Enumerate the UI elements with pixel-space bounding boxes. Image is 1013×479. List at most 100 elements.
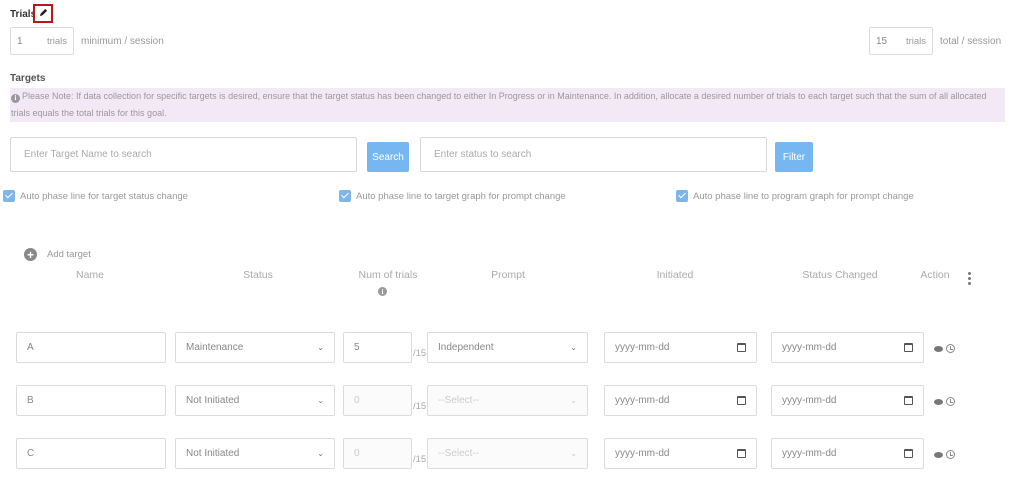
prompt-value: Independent <box>438 342 494 353</box>
total-trials-label: total / session <box>940 36 1002 47</box>
num-trials-value: 5 <box>354 342 360 353</box>
status-search-placeholder: Enter status to search <box>434 149 532 160</box>
status-select[interactable]: Not Initiated ⌄ <box>175 438 335 469</box>
add-target-label: Add target <box>47 249 91 260</box>
checkbox-program-graph-phase-line[interactable]: Auto phase line to program graph for pro… <box>676 190 914 202</box>
num-trials-input[interactable]: 0 <box>343 438 412 469</box>
calendar-icon[interactable] <box>737 396 746 405</box>
chevron-down-icon: ⌄ <box>317 343 324 352</box>
row-actions <box>934 450 955 459</box>
min-trials-label: minimum / session <box>81 36 164 47</box>
target-name-value: C <box>27 448 35 459</box>
status-value: Not Initiated <box>186 395 240 406</box>
checkbox-label: Auto phase line to target graph for prom… <box>356 190 566 202</box>
checkbox-target-graph-phase-line[interactable]: Auto phase line to target graph for prom… <box>339 190 566 202</box>
eye-icon[interactable] <box>934 345 943 352</box>
total-trials-value: 15 <box>876 35 888 47</box>
total-trials-input[interactable]: 15 trials <box>869 27 933 55</box>
targets-title: Targets <box>10 73 46 84</box>
prompt-select[interactable]: --Select-- ⌄ <box>427 385 588 416</box>
kebab-menu-icon[interactable] <box>968 272 971 285</box>
chevron-down-icon: ⌄ <box>570 343 577 352</box>
total-trials-unit: trials <box>905 35 926 47</box>
history-icon[interactable] <box>946 344 955 353</box>
header-status-changed: Status Changed <box>802 269 878 281</box>
edit-trials-button[interactable] <box>33 4 53 23</box>
num-trials-input[interactable]: 0 <box>343 385 412 416</box>
min-trials-value: 1 <box>17 35 23 47</box>
history-icon[interactable] <box>946 450 955 459</box>
status-changed-date-input[interactable]: yyyy-mm-dd <box>771 385 924 416</box>
prompt-select[interactable]: Independent ⌄ <box>427 332 588 363</box>
status-value: Not Initiated <box>186 448 240 459</box>
calendar-icon[interactable] <box>737 449 746 458</box>
chevron-down-icon: ⌄ <box>317 396 324 405</box>
min-trials-unit: trials <box>46 35 67 47</box>
num-trials-input[interactable]: 5 <box>343 332 412 363</box>
target-name-search-input[interactable]: Enter Target Name to search <box>10 137 357 172</box>
header-action: Action <box>920 269 950 281</box>
trials-of-total: /15 <box>413 401 427 412</box>
header-prompt: Prompt <box>491 269 525 281</box>
row-actions <box>934 344 955 353</box>
status-changed-date-value: yyyy-mm-dd <box>782 342 837 353</box>
prompt-select[interactable]: --Select-- ⌄ <box>427 438 588 469</box>
target-name-value: A <box>27 342 34 353</box>
history-icon[interactable] <box>946 397 955 406</box>
status-changed-date-input[interactable]: yyyy-mm-dd <box>771 438 924 469</box>
num-trials-value: 0 <box>354 395 360 406</box>
header-num-trials: Num of trials <box>358 269 418 281</box>
prompt-value: --Select-- <box>438 395 480 406</box>
calendar-icon[interactable] <box>904 396 913 405</box>
checkbox-checked-icon[interactable] <box>676 190 688 202</box>
checkbox-checked-icon[interactable] <box>3 190 15 202</box>
add-target-button[interactable]: + Add target <box>24 248 91 261</box>
pencil-icon <box>39 8 48 20</box>
min-trials-input[interactable]: 1 trials <box>10 27 74 55</box>
row-actions <box>934 397 955 406</box>
status-select[interactable]: Maintenance ⌄ <box>175 332 335 363</box>
prompt-value: --Select-- <box>438 448 480 459</box>
target-name-input[interactable]: A <box>16 332 166 363</box>
initiated-date-input[interactable]: yyyy-mm-dd <box>604 385 757 416</box>
target-name-input[interactable]: B <box>16 385 166 416</box>
trials-of-total: /15 <box>413 454 427 465</box>
status-changed-date-value: yyyy-mm-dd <box>782 395 837 406</box>
header-name: Name <box>75 269 104 281</box>
chevron-down-icon: ⌄ <box>317 449 324 458</box>
eye-icon[interactable] <box>934 451 943 458</box>
chevron-down-icon: ⌄ <box>570 449 577 458</box>
checkbox-label: Auto phase line to program graph for pro… <box>693 190 914 202</box>
calendar-icon[interactable] <box>904 449 913 458</box>
plus-circle-icon: + <box>24 248 37 261</box>
info-icon: i <box>378 287 387 296</box>
target-name-search-placeholder: Enter Target Name to search <box>24 149 152 160</box>
header-initiated: Initiated <box>656 269 694 281</box>
status-select[interactable]: Not Initiated ⌄ <box>175 385 335 416</box>
target-name-value: B <box>27 395 34 406</box>
targets-note-text: Please Note: If data collection for spec… <box>11 91 987 118</box>
initiated-date-value: yyyy-mm-dd <box>615 342 670 353</box>
eye-icon[interactable] <box>934 398 943 405</box>
calendar-icon[interactable] <box>904 343 913 352</box>
trials-of-total: /15 <box>413 348 427 359</box>
num-trials-value: 0 <box>354 448 360 459</box>
filter-button[interactable]: Filter <box>775 142 813 172</box>
initiated-date-input[interactable]: yyyy-mm-dd <box>604 332 757 363</box>
search-button[interactable]: Search <box>367 142 409 172</box>
checkbox-target-status-phase-line[interactable]: Auto phase line for target status change <box>3 190 188 202</box>
info-icon: i <box>11 94 20 103</box>
status-value: Maintenance <box>186 342 244 353</box>
target-name-input[interactable]: C <box>16 438 166 469</box>
initiated-date-input[interactable]: yyyy-mm-dd <box>604 438 757 469</box>
header-status: Status <box>243 269 273 281</box>
targets-note: i Please Note: If data collection for spe… <box>10 88 1005 122</box>
status-changed-date-value: yyyy-mm-dd <box>782 448 837 459</box>
status-search-input[interactable]: Enter status to search <box>420 137 767 172</box>
initiated-date-value: yyyy-mm-dd <box>615 395 670 406</box>
calendar-icon[interactable] <box>737 343 746 352</box>
checkbox-checked-icon[interactable] <box>339 190 351 202</box>
chevron-down-icon: ⌄ <box>570 396 577 405</box>
initiated-date-value: yyyy-mm-dd <box>615 448 670 459</box>
status-changed-date-input[interactable]: yyyy-mm-dd <box>771 332 924 363</box>
